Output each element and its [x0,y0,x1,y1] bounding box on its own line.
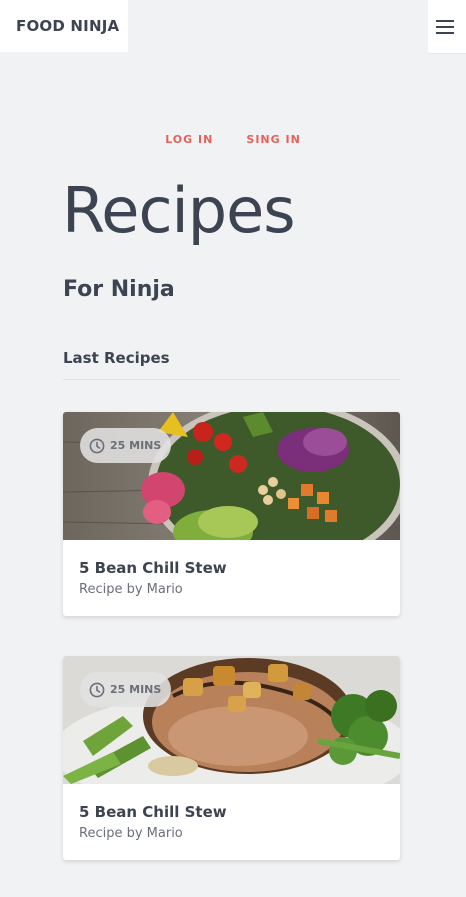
page-title: Recipes [62,174,296,247]
section-title: Last Recipes [63,349,170,367]
login-link[interactable]: LOG IN [165,133,213,146]
clock-icon [89,438,105,453]
clock-icon [89,682,105,697]
time-label: 25 MINS [110,439,162,452]
recipe-title[interactable]: 5 Bean Chill Stew [79,803,227,821]
menu-area [428,0,466,54]
auth-links: LOG IN SING IN [0,128,466,147]
brand-logo[interactable]: FOOD NINJA [0,0,128,52]
time-badge: 25 MINS [80,672,172,707]
recipe-card[interactable]: 25 MINS 5 Bean Chill Stew Recipe by Mari… [63,412,400,616]
hamburger-menu-icon[interactable] [436,19,454,35]
recipe-author: Recipe by Mario [79,582,183,597]
recipe-title[interactable]: 5 Bean Chill Stew [79,559,227,577]
section-divider [63,379,400,380]
recipe-author: Recipe by Mario [79,826,183,841]
signin-link[interactable]: SING IN [246,133,300,146]
top-navbar: FOOD NINJA [0,0,466,54]
time-label: 25 MINS [110,683,162,696]
page-subtitle: For Ninja [63,277,175,302]
time-badge: 25 MINS [80,428,172,463]
recipe-card[interactable]: 25 MINS 5 Bean Chill Stew Recipe by Mari… [63,656,400,860]
